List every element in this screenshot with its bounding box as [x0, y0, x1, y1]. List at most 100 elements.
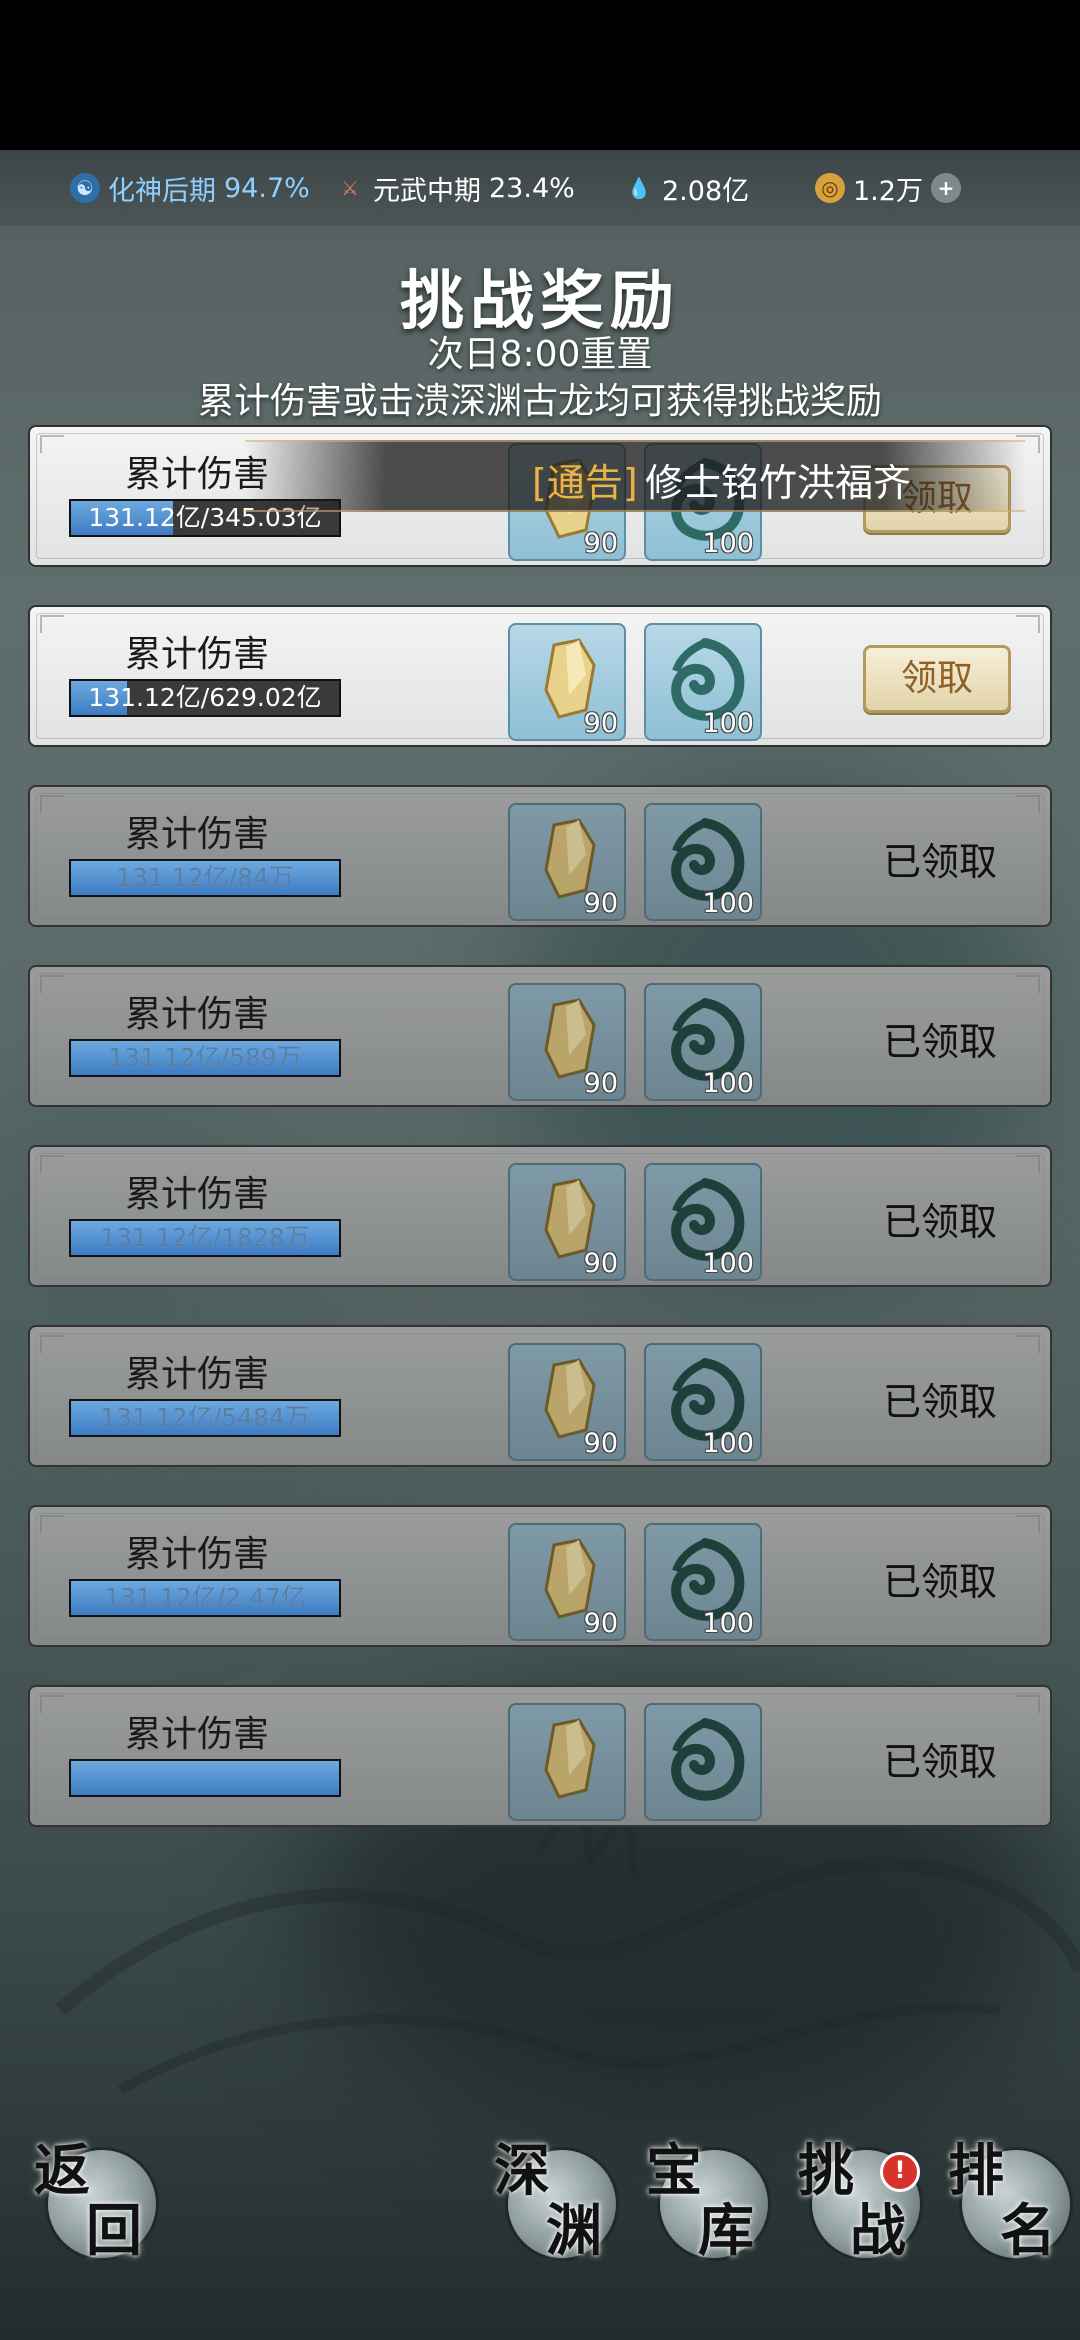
crystal-qty: 90 — [583, 528, 618, 559]
crystal-qty: 90 — [583, 1608, 618, 1639]
abyss-label-2: 渊 — [546, 2198, 602, 2264]
top-safe-area — [0, 0, 1080, 150]
jade-qty: 100 — [702, 1248, 754, 1279]
progress-text: 131.12亿/589万 — [108, 1043, 302, 1072]
claimed-status: 已领取 — [882, 1200, 997, 1244]
jade-reward[interactable]: 100 — [644, 1163, 762, 1281]
abyss-tab[interactable]: 深 渊 — [494, 2138, 616, 2264]
jade-reward[interactable]: 100 — [644, 623, 762, 741]
realm2-label: 元武中期 — [373, 175, 481, 207]
reward-card: 累计伤害 131.12亿/2.47亿 90 100 已领取 — [28, 1505, 1052, 1647]
back-button[interactable]: 返 回 — [34, 2138, 156, 2264]
reward-card: 累计伤害 131.12亿/84万 90 100 已领取 — [28, 785, 1052, 927]
damage-progress-bar: 131.12亿/5484万 — [69, 1399, 341, 1437]
blue-swirl-icon: ☯ — [70, 173, 100, 203]
sword-emblem-icon: ⚔ — [341, 176, 359, 200]
damage-progress-bar: 131.12亿/629.02亿 — [69, 679, 341, 717]
jade-reward[interactable] — [644, 1703, 762, 1821]
realm2-value: 23.4% — [489, 172, 575, 204]
jade-qty: 100 — [702, 708, 754, 739]
crystal-reward[interactable]: 90 — [508, 1343, 626, 1461]
reward-card: 累计伤害 已领取 — [28, 1685, 1052, 1827]
coin-resource[interactable]: ◎ 1.2万 + — [815, 150, 961, 226]
claimed-status: 已领取 — [882, 1560, 997, 1604]
claimed-status: 已领取 — [882, 1020, 997, 1064]
treasury-label-1: 宝 — [646, 2138, 702, 2204]
notification-badge-icon: ! — [880, 2152, 920, 2192]
jade-swirl-icon — [671, 1718, 745, 1801]
crystal-qty: 90 — [583, 888, 618, 919]
reward-label: 累计伤害 — [125, 994, 270, 1035]
claimed-status: 已领取 — [882, 1740, 997, 1784]
damage-progress-bar: 131.12亿/589万 — [69, 1039, 341, 1077]
jade-reward[interactable]: 100 — [644, 1523, 762, 1641]
crystal-reward[interactable] — [508, 1703, 626, 1821]
claimed-status: 已领取 — [882, 1380, 997, 1424]
damage-progress-bar — [69, 1759, 341, 1797]
realm2-resource: ⚔ 元武中期 23.4% — [335, 150, 575, 226]
jade-qty: 100 — [702, 1608, 754, 1639]
spirit-stones-value: 2.08亿 — [662, 175, 750, 207]
gold-coin-icon: ◎ — [815, 173, 845, 203]
reward-card: 累计伤害 131.12亿/5484万 90 100 已领取 — [28, 1325, 1052, 1467]
reward-card: 累计伤害 131.12亿/589万 90 100 已领取 — [28, 965, 1052, 1107]
resource-bar: ☯ 化神后期 94.7% ⚔ 元武中期 23.4% 💧 2.08亿 ◎ 1.2万… — [0, 150, 1080, 226]
water-drop-icon: 💧 — [626, 176, 652, 200]
jade-reward[interactable]: 100 — [644, 1343, 762, 1461]
progress-text: 131.12亿/5484万 — [100, 1403, 310, 1432]
announcement-tag: [通告] — [532, 461, 638, 505]
jade-qty: 100 — [702, 528, 754, 559]
back-label-2: 回 — [86, 2198, 142, 2264]
progress-text: 131.12亿/1828万 — [100, 1223, 310, 1252]
reward-label: 累计伤害 — [125, 1714, 270, 1755]
abyss-label-1: 深 — [494, 2138, 550, 2204]
spirit-stone-resource: 💧 2.08亿 — [624, 150, 750, 226]
reward-label: 累计伤害 — [125, 634, 270, 675]
jade-qty: 100 — [702, 1428, 754, 1459]
jade-qty: 100 — [702, 888, 754, 919]
ranking-label-1: 排 — [948, 2138, 1004, 2204]
coins-value: 1.2万 — [853, 175, 923, 207]
damage-progress-bar: 131.12亿/84万 — [69, 859, 341, 897]
crystal-qty: 90 — [583, 1428, 618, 1459]
reward-card: 累计伤害 131.12亿/1828万 90 100 已领取 — [28, 1145, 1052, 1287]
jade-reward[interactable]: 100 — [644, 803, 762, 921]
progress-text: 131.12亿/629.02亿 — [88, 683, 322, 712]
ranking-label-2: 名 — [1000, 2198, 1056, 2264]
reward-label: 累计伤害 — [125, 814, 270, 855]
crystal-reward[interactable]: 90 — [508, 623, 626, 741]
reward-label: 累计伤害 — [125, 1174, 270, 1215]
ranking-tab[interactable]: 排 名 — [948, 2138, 1070, 2264]
reward-list[interactable]: 累计伤害 131.12亿/345.03亿 90 100 领取 累计伤害 131.… — [0, 425, 1080, 1905]
crystal-reward[interactable]: 90 — [508, 803, 626, 921]
progress-text: 131.12亿/2.47亿 — [104, 1583, 306, 1612]
realm1-resource: ☯ 化神后期 94.7% — [70, 150, 310, 226]
crystal-icon — [544, 1718, 596, 1799]
announcement-text: 修士铭竹洪福齐 — [645, 461, 912, 505]
plus-icon[interactable]: + — [930, 173, 961, 203]
claim-button[interactable]: 领取 — [863, 645, 1011, 713]
announcement-banner: [通告] 修士铭竹洪福齐 — [245, 440, 1025, 512]
damage-progress-bar: 131.12亿/2.47亿 — [69, 1579, 341, 1617]
crystal-qty: 90 — [583, 708, 618, 739]
jade-reward[interactable]: 100 — [644, 983, 762, 1101]
reward-label: 累计伤害 — [125, 1354, 270, 1395]
crystal-reward[interactable]: 90 — [508, 1523, 626, 1641]
crystal-reward[interactable]: 90 — [508, 983, 626, 1101]
jade-qty: 100 — [702, 1068, 754, 1099]
game-scene: ☯ 化神后期 94.7% ⚔ 元武中期 23.4% 💧 2.08亿 ◎ 1.2万… — [0, 150, 1080, 2340]
back-label-1: 返 — [34, 2138, 90, 2204]
reward-card: 累计伤害 131.12亿/629.02亿 90 100 领取 — [28, 605, 1052, 747]
crystal-qty: 90 — [583, 1068, 618, 1099]
realm1-label: 化神后期 — [108, 175, 216, 207]
progress-text — [71, 1761, 339, 1795]
challenge-label-2: 战 — [850, 2198, 906, 2264]
challenge-label-1: 挑 — [798, 2138, 854, 2204]
treasury-tab[interactable]: 宝 库 — [646, 2138, 768, 2264]
damage-progress-bar: 131.12亿/1828万 — [69, 1219, 341, 1257]
realm1-value: 94.7% — [224, 172, 310, 204]
crystal-qty: 90 — [583, 1248, 618, 1279]
reward-label: 累计伤害 — [125, 1534, 270, 1575]
crystal-reward[interactable]: 90 — [508, 1163, 626, 1281]
reward-description: 累计伤害或击溃深渊古龙均可获得挑战奖励 — [197, 381, 882, 422]
